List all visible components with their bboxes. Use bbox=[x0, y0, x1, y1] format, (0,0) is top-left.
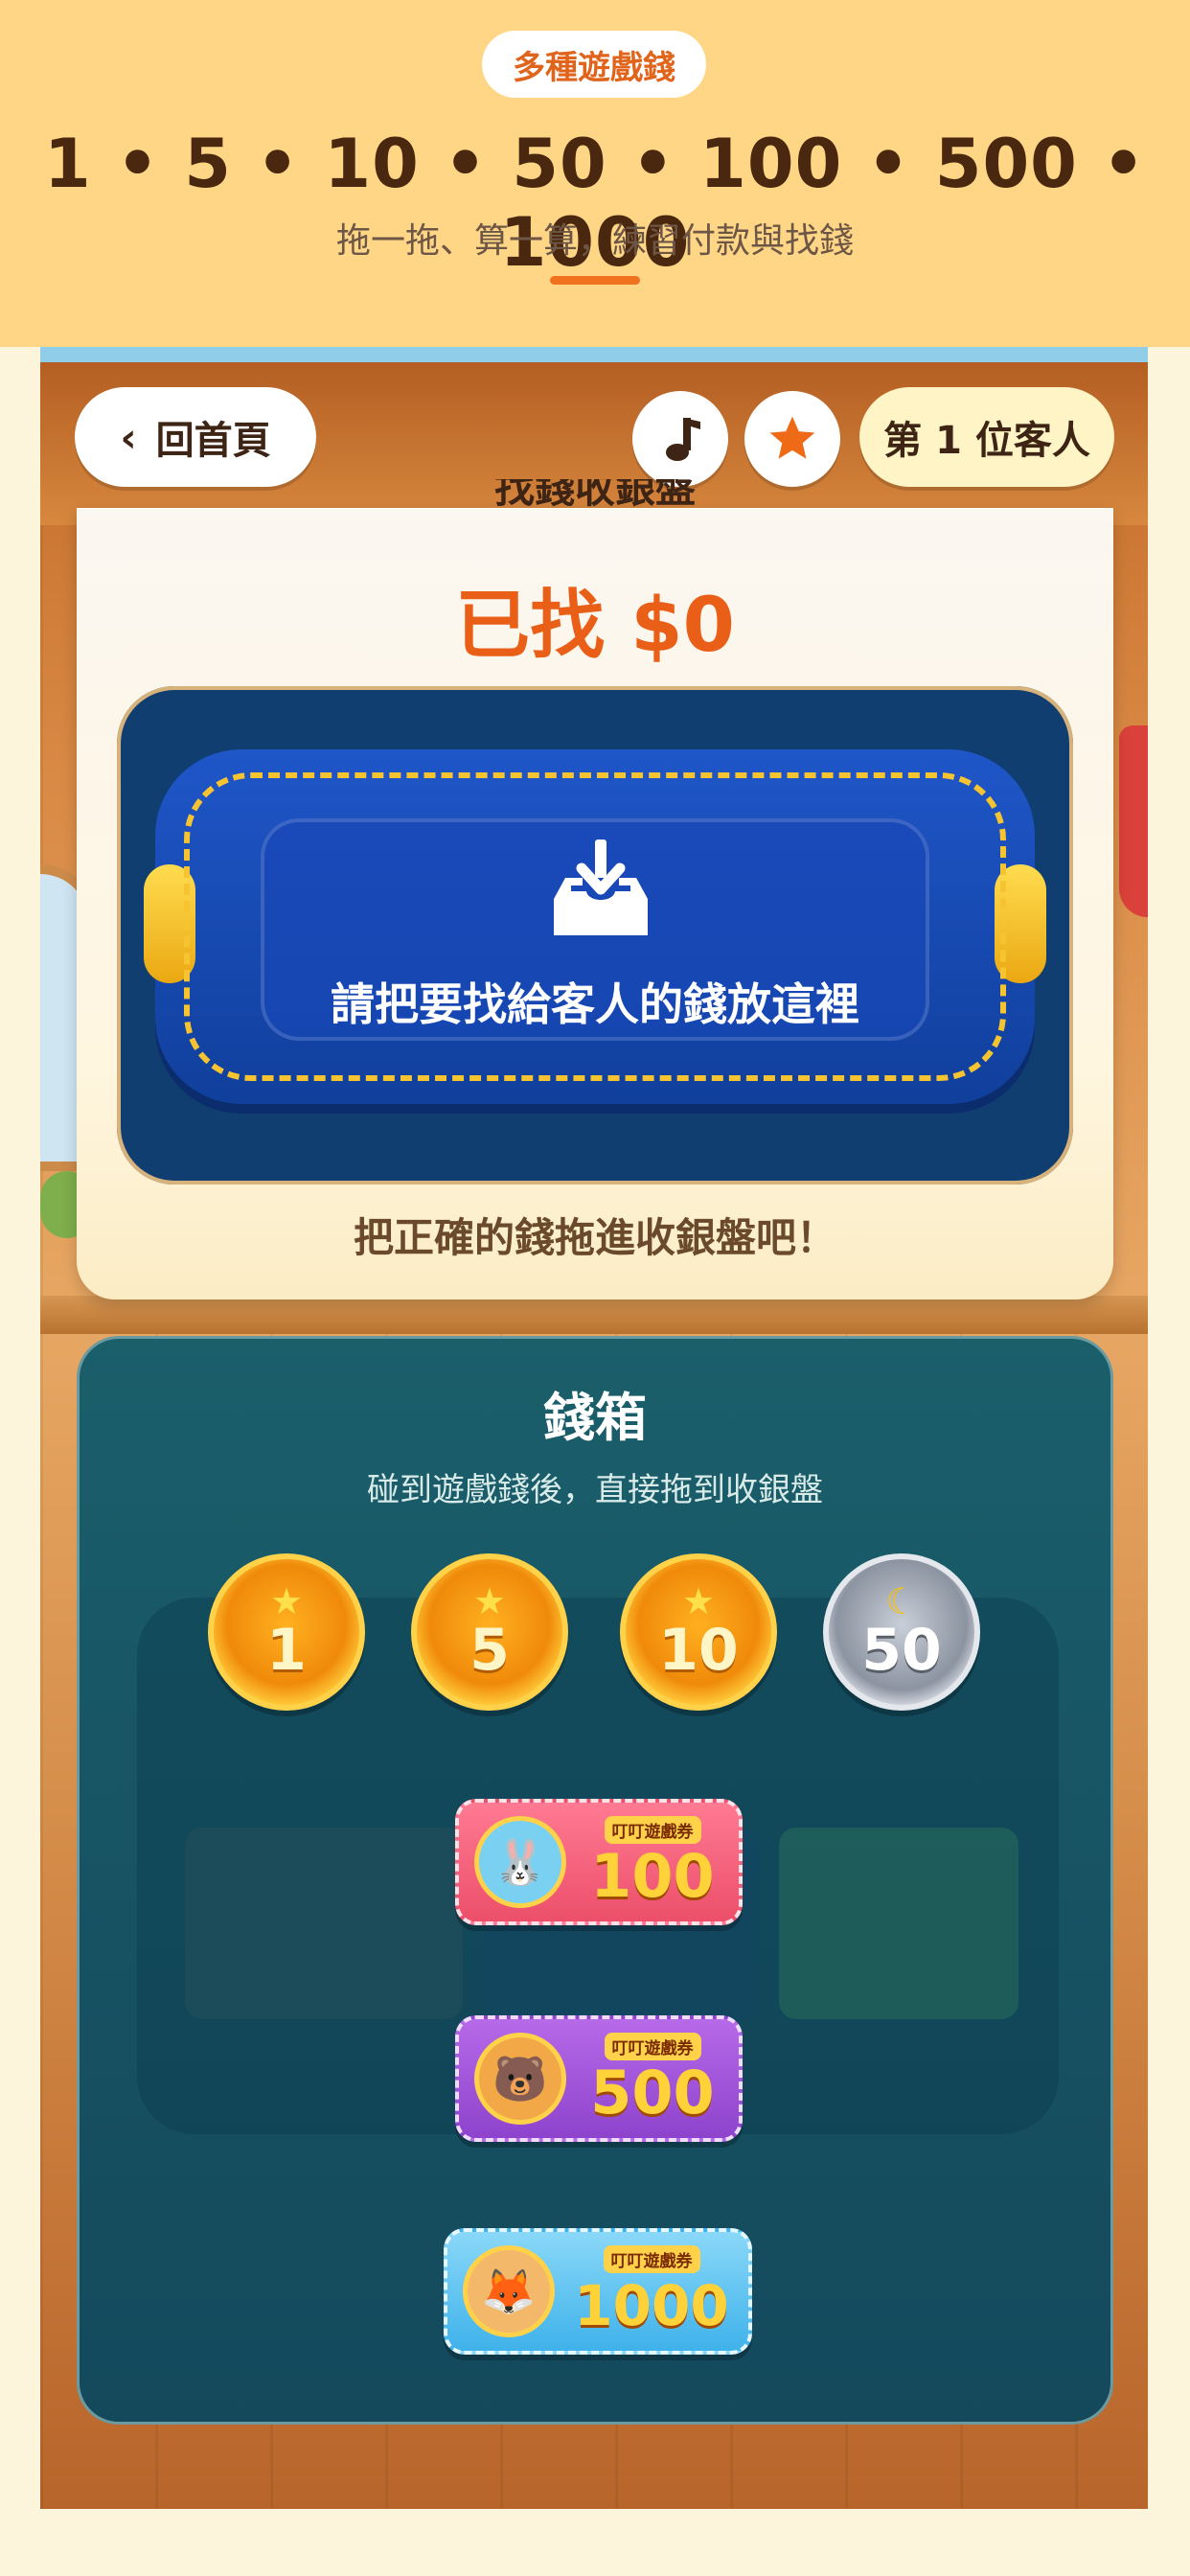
coin-5[interactable]: ★ 5 bbox=[411, 1553, 568, 1711]
coin-value: 1 bbox=[266, 1617, 307, 1684]
ticket-100[interactable]: 🐰 叮叮遊戲券 100 bbox=[455, 1799, 743, 1925]
ticket-tag: 叮叮遊戲券 bbox=[603, 2244, 700, 2273]
star-icon bbox=[769, 416, 815, 459]
change-tray-card: 找錢收銀盤 已找 $0 請把要找給客人的錢放這裡 把正確的錢拖進收銀盤吧！ bbox=[77, 479, 1113, 1300]
counter-bar bbox=[40, 1296, 1148, 1334]
coin-10[interactable]: ★ 10 bbox=[620, 1553, 777, 1711]
top-banner: 多種遊戲錢 1 • 5 • 10 • 50 • 100 • 500 • 1000… bbox=[0, 0, 1190, 347]
ticket-tag: 叮叮遊戲券 bbox=[604, 2032, 701, 2060]
coin-50[interactable]: ☾ 50 bbox=[823, 1553, 980, 1711]
change-found-amount: 已找 $0 bbox=[455, 583, 735, 669]
coin-value: 50 bbox=[861, 1617, 942, 1684]
music-note-icon bbox=[666, 418, 700, 461]
category-pill: 多種遊戲錢 bbox=[482, 31, 706, 98]
title-underline bbox=[550, 276, 640, 285]
star-icon: ★ bbox=[269, 1580, 304, 1622]
cash-tray: 請把要找給客人的錢放這裡 bbox=[144, 749, 1046, 1104]
ticket-tag: 叮叮遊戲券 bbox=[604, 1815, 701, 1844]
ticket-1000[interactable]: 🦊 叮叮遊戲券 1000 bbox=[444, 2228, 752, 2355]
organizer-slot bbox=[185, 1828, 463, 2019]
coin-1[interactable]: ★ 1 bbox=[208, 1553, 365, 1711]
organizer-slot bbox=[779, 1828, 1018, 2019]
music-button[interactable] bbox=[632, 391, 728, 487]
ticket-value: 100 bbox=[590, 1840, 715, 1911]
moon-icon: ☾ bbox=[884, 1580, 919, 1622]
fox-mascot-icon: 🦊 bbox=[463, 2245, 555, 2337]
coin-value: 5 bbox=[469, 1617, 510, 1684]
home-button-label: 回首頁 bbox=[155, 419, 271, 463]
banner-subtitle: 拖一拖、算一算，練習付款與找錢 bbox=[335, 221, 854, 261]
money-box-card: 錢箱 碰到遊戲錢後，直接拖到收銀盤 ★ 1 ★ 5 ★ 10 ☾ 50 🐰 叮叮… bbox=[77, 1336, 1113, 2425]
customer-badge: 第 1 位客人 bbox=[859, 387, 1114, 487]
ticket-value: 1000 bbox=[574, 2272, 729, 2338]
tray-card-title: 找錢收銀盤 bbox=[77, 479, 1113, 514]
chevron-left-icon: ‹ bbox=[120, 413, 137, 461]
money-box-subtitle: 碰到遊戲錢後，直接拖到收銀盤 bbox=[367, 1471, 823, 1509]
awning-decoration bbox=[1119, 725, 1148, 917]
home-button[interactable]: ‹ 回首頁 bbox=[75, 387, 316, 487]
dropzone-label: 請把要找給客人的錢放這裡 bbox=[331, 978, 859, 1030]
star-button[interactable] bbox=[744, 391, 840, 487]
bunny-mascot-icon: 🐰 bbox=[474, 1816, 566, 1908]
coin-value: 10 bbox=[658, 1617, 739, 1684]
tray-hint: 把正確的錢拖進收銀盤吧！ bbox=[353, 1214, 836, 1261]
star-icon: ★ bbox=[472, 1580, 507, 1622]
sky-strip bbox=[40, 347, 1148, 362]
ticket-500[interactable]: 🐻 叮叮遊戲券 500 bbox=[455, 2015, 743, 2142]
tray-card-title-text: 找錢收銀盤 bbox=[493, 479, 696, 512]
star-icon: ★ bbox=[681, 1580, 716, 1622]
bear-mascot-icon: 🐻 bbox=[474, 2033, 566, 2125]
money-box-title: 錢箱 bbox=[543, 1388, 647, 1448]
cash-tray-dropzone[interactable]: 請把要找給客人的錢放這裡 bbox=[117, 686, 1073, 1184]
inbox-download-icon bbox=[554, 840, 648, 935]
ticket-value: 500 bbox=[590, 2057, 715, 2128]
